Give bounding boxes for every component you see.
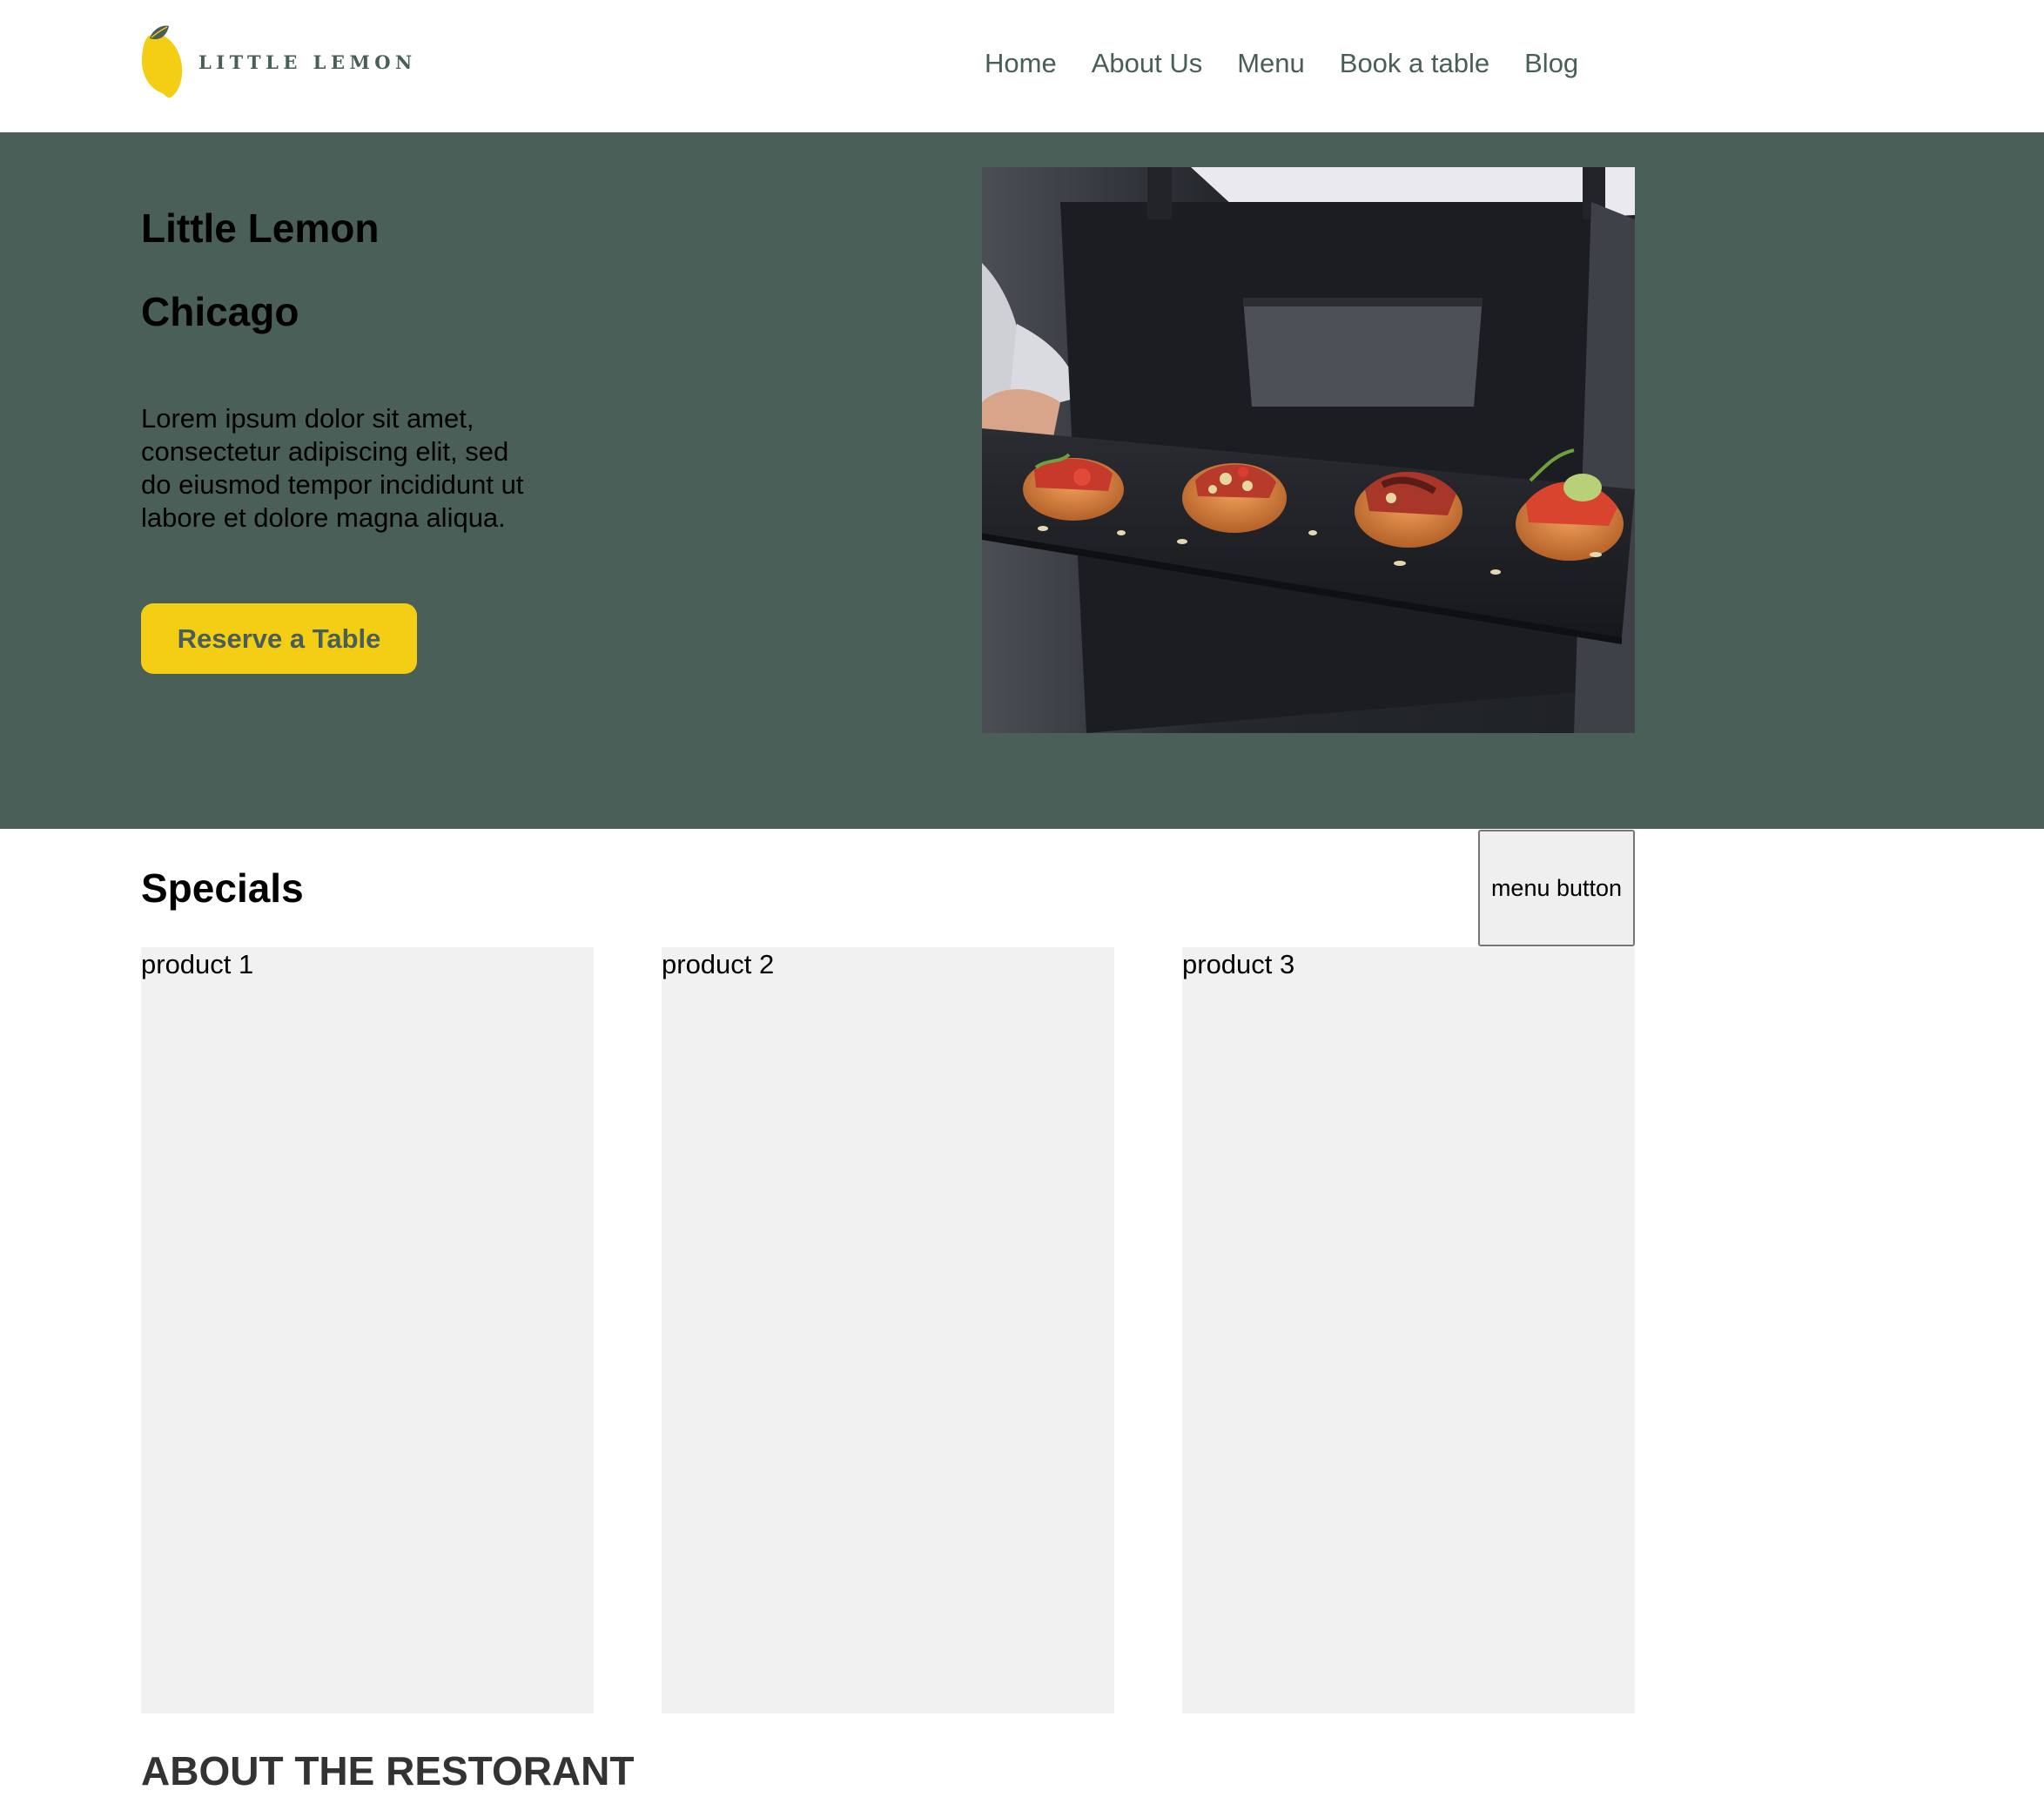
site-header: LITTLE LEMON Home About Us Menu Book a t… (0, 0, 2044, 132)
nav-book-link[interactable]: Book a table (1340, 48, 1489, 79)
hero-subtitle: Chicago (141, 289, 299, 334)
nav-about-link[interactable]: About Us (1092, 48, 1203, 79)
product-card[interactable]: product 1 (141, 947, 594, 1713)
product-card[interactable]: product 2 (662, 947, 1114, 1713)
lemon-icon (141, 25, 183, 98)
nav-menu-link[interactable]: Menu (1237, 48, 1305, 79)
logo-text: LITTLE LEMON (198, 50, 417, 73)
product-label: product 2 (662, 949, 775, 979)
reserve-table-button[interactable]: Reserve a Table (141, 603, 417, 674)
nav-blog-link[interactable]: Blog (1524, 48, 1578, 79)
nav-home-link[interactable]: Home (985, 48, 1057, 79)
hero-description: Lorem ipsum dolor sit amet, consectetur … (141, 403, 524, 533)
about-heading: ABOUT THE RESTORANT (141, 1748, 635, 1794)
main-nav: Home About Us Menu Book a table Blog (985, 42, 1578, 85)
logo-link[interactable]: LITTLE LEMON (141, 24, 417, 99)
specials-heading: Specials (141, 865, 304, 911)
hero-food-image (982, 167, 1635, 733)
menu-button[interactable]: menu button (1478, 830, 1635, 946)
product-label: product 1 (141, 949, 254, 979)
product-card[interactable]: product 3 (1182, 947, 1635, 1713)
hero-section: Little Lemon Chicago Lorem ipsum dolor s… (0, 132, 2044, 829)
hero-title: Little Lemon (141, 205, 380, 251)
product-label: product 3 (1182, 949, 1295, 979)
